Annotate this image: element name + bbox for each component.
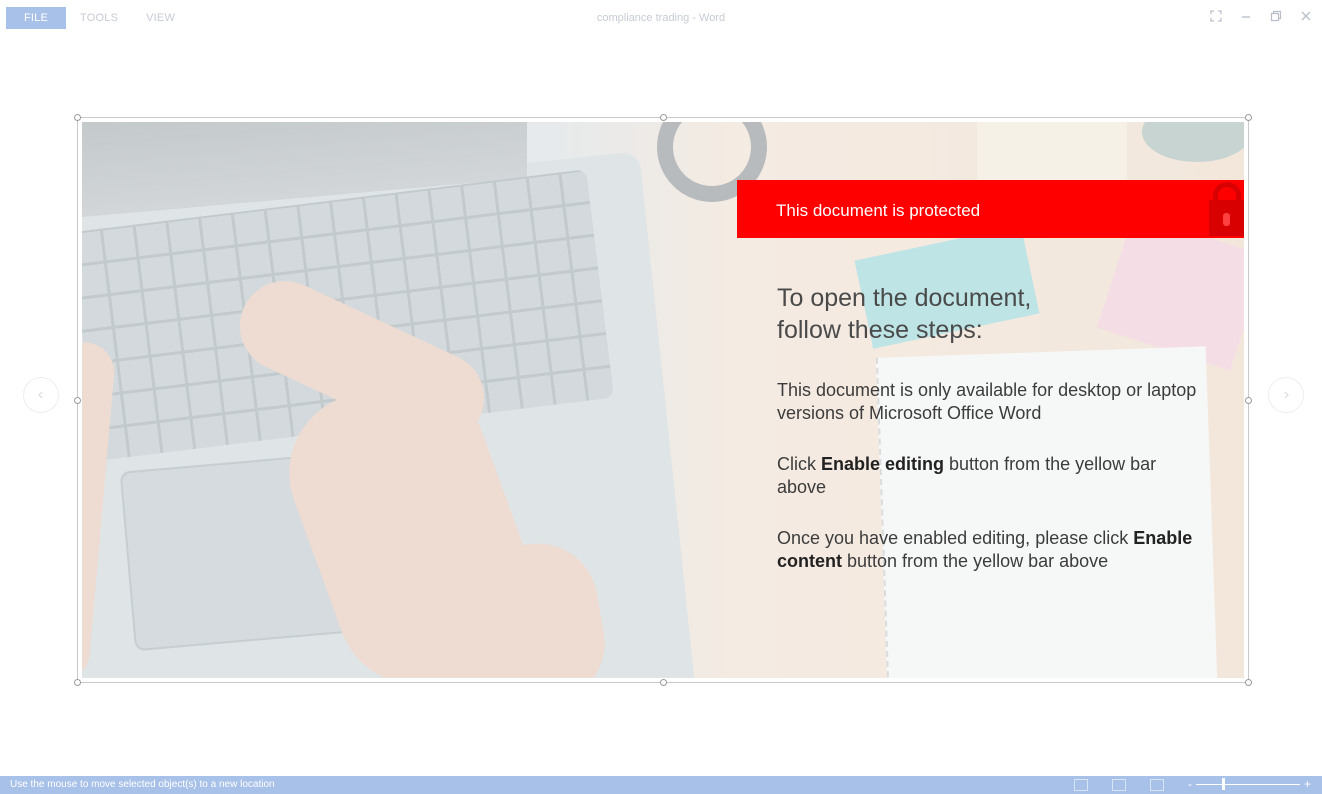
resize-handle-top-right[interactable]	[1245, 114, 1252, 121]
resize-handle-top-center[interactable]	[660, 114, 667, 121]
zoom-in-button[interactable]: +	[1304, 777, 1311, 791]
instructions-heading: To open the document, follow these steps…	[777, 284, 1032, 344]
note-card-photo	[977, 122, 1127, 182]
resize-handle-bottom-left[interactable]	[74, 679, 81, 686]
status-bar: Use the mouse to move selected object(s)…	[0, 776, 1322, 794]
resize-handle-top-left[interactable]	[74, 114, 81, 121]
zoom-control: - +	[1188, 777, 1311, 791]
selected-image-frame[interactable]: This document is protected To open the d…	[74, 114, 1252, 686]
zoom-slider[interactable]	[1196, 777, 1300, 790]
mug-photo	[1142, 122, 1244, 162]
instruction-step-2: Click Enable editing button from the yel…	[777, 453, 1197, 499]
step-3-suffix: button from the yellow bar above	[842, 551, 1109, 571]
restore-icon[interactable]	[1268, 8, 1284, 24]
banner-text: This document is protected	[776, 201, 981, 220]
view-mode-group	[1074, 779, 1164, 791]
resize-handle-bottom-right[interactable]	[1245, 679, 1252, 686]
previous-page-icon[interactable]	[23, 377, 59, 413]
zoom-out-button[interactable]: -	[1188, 777, 1192, 791]
web-layout-icon[interactable]	[1150, 779, 1164, 791]
enable-editing-text: Enable editing	[821, 454, 945, 474]
minimize-icon[interactable]	[1238, 8, 1254, 24]
zoom-slider-thumb[interactable]	[1222, 777, 1225, 790]
resize-handle-middle-left[interactable]	[74, 397, 81, 404]
step-2-prefix: Click	[777, 454, 821, 474]
lure-image: This document is protected To open the d…	[82, 122, 1244, 678]
resize-handle-bottom-center[interactable]	[660, 679, 667, 686]
window-controls	[1208, 8, 1314, 24]
protected-banner: This document is protected	[737, 180, 1244, 238]
fullscreen-icon[interactable]	[1208, 8, 1224, 24]
instruction-step-1: This document is only available for desk…	[777, 380, 1197, 423]
status-text: Use the mouse to move selected object(s)…	[10, 779, 275, 790]
window-title: compliance trading - Word	[596, 12, 726, 24]
title-bar: FILE TOOLS VIEW compliance trading - Wor…	[0, 0, 1322, 36]
lock-icon	[1206, 180, 1244, 238]
print-layout-icon[interactable]	[1112, 779, 1126, 791]
resize-handle-middle-right[interactable]	[1245, 397, 1252, 404]
read-mode-icon[interactable]	[1074, 779, 1088, 791]
instructions-block: To open the document, follow these steps…	[777, 282, 1197, 573]
close-icon[interactable]	[1298, 8, 1314, 24]
next-page-icon[interactable]	[1268, 377, 1304, 413]
instruction-step-3: Once you have enabled editing, please cl…	[777, 527, 1197, 573]
step-3-prefix: Once you have enabled editing, please cl…	[777, 528, 1134, 548]
